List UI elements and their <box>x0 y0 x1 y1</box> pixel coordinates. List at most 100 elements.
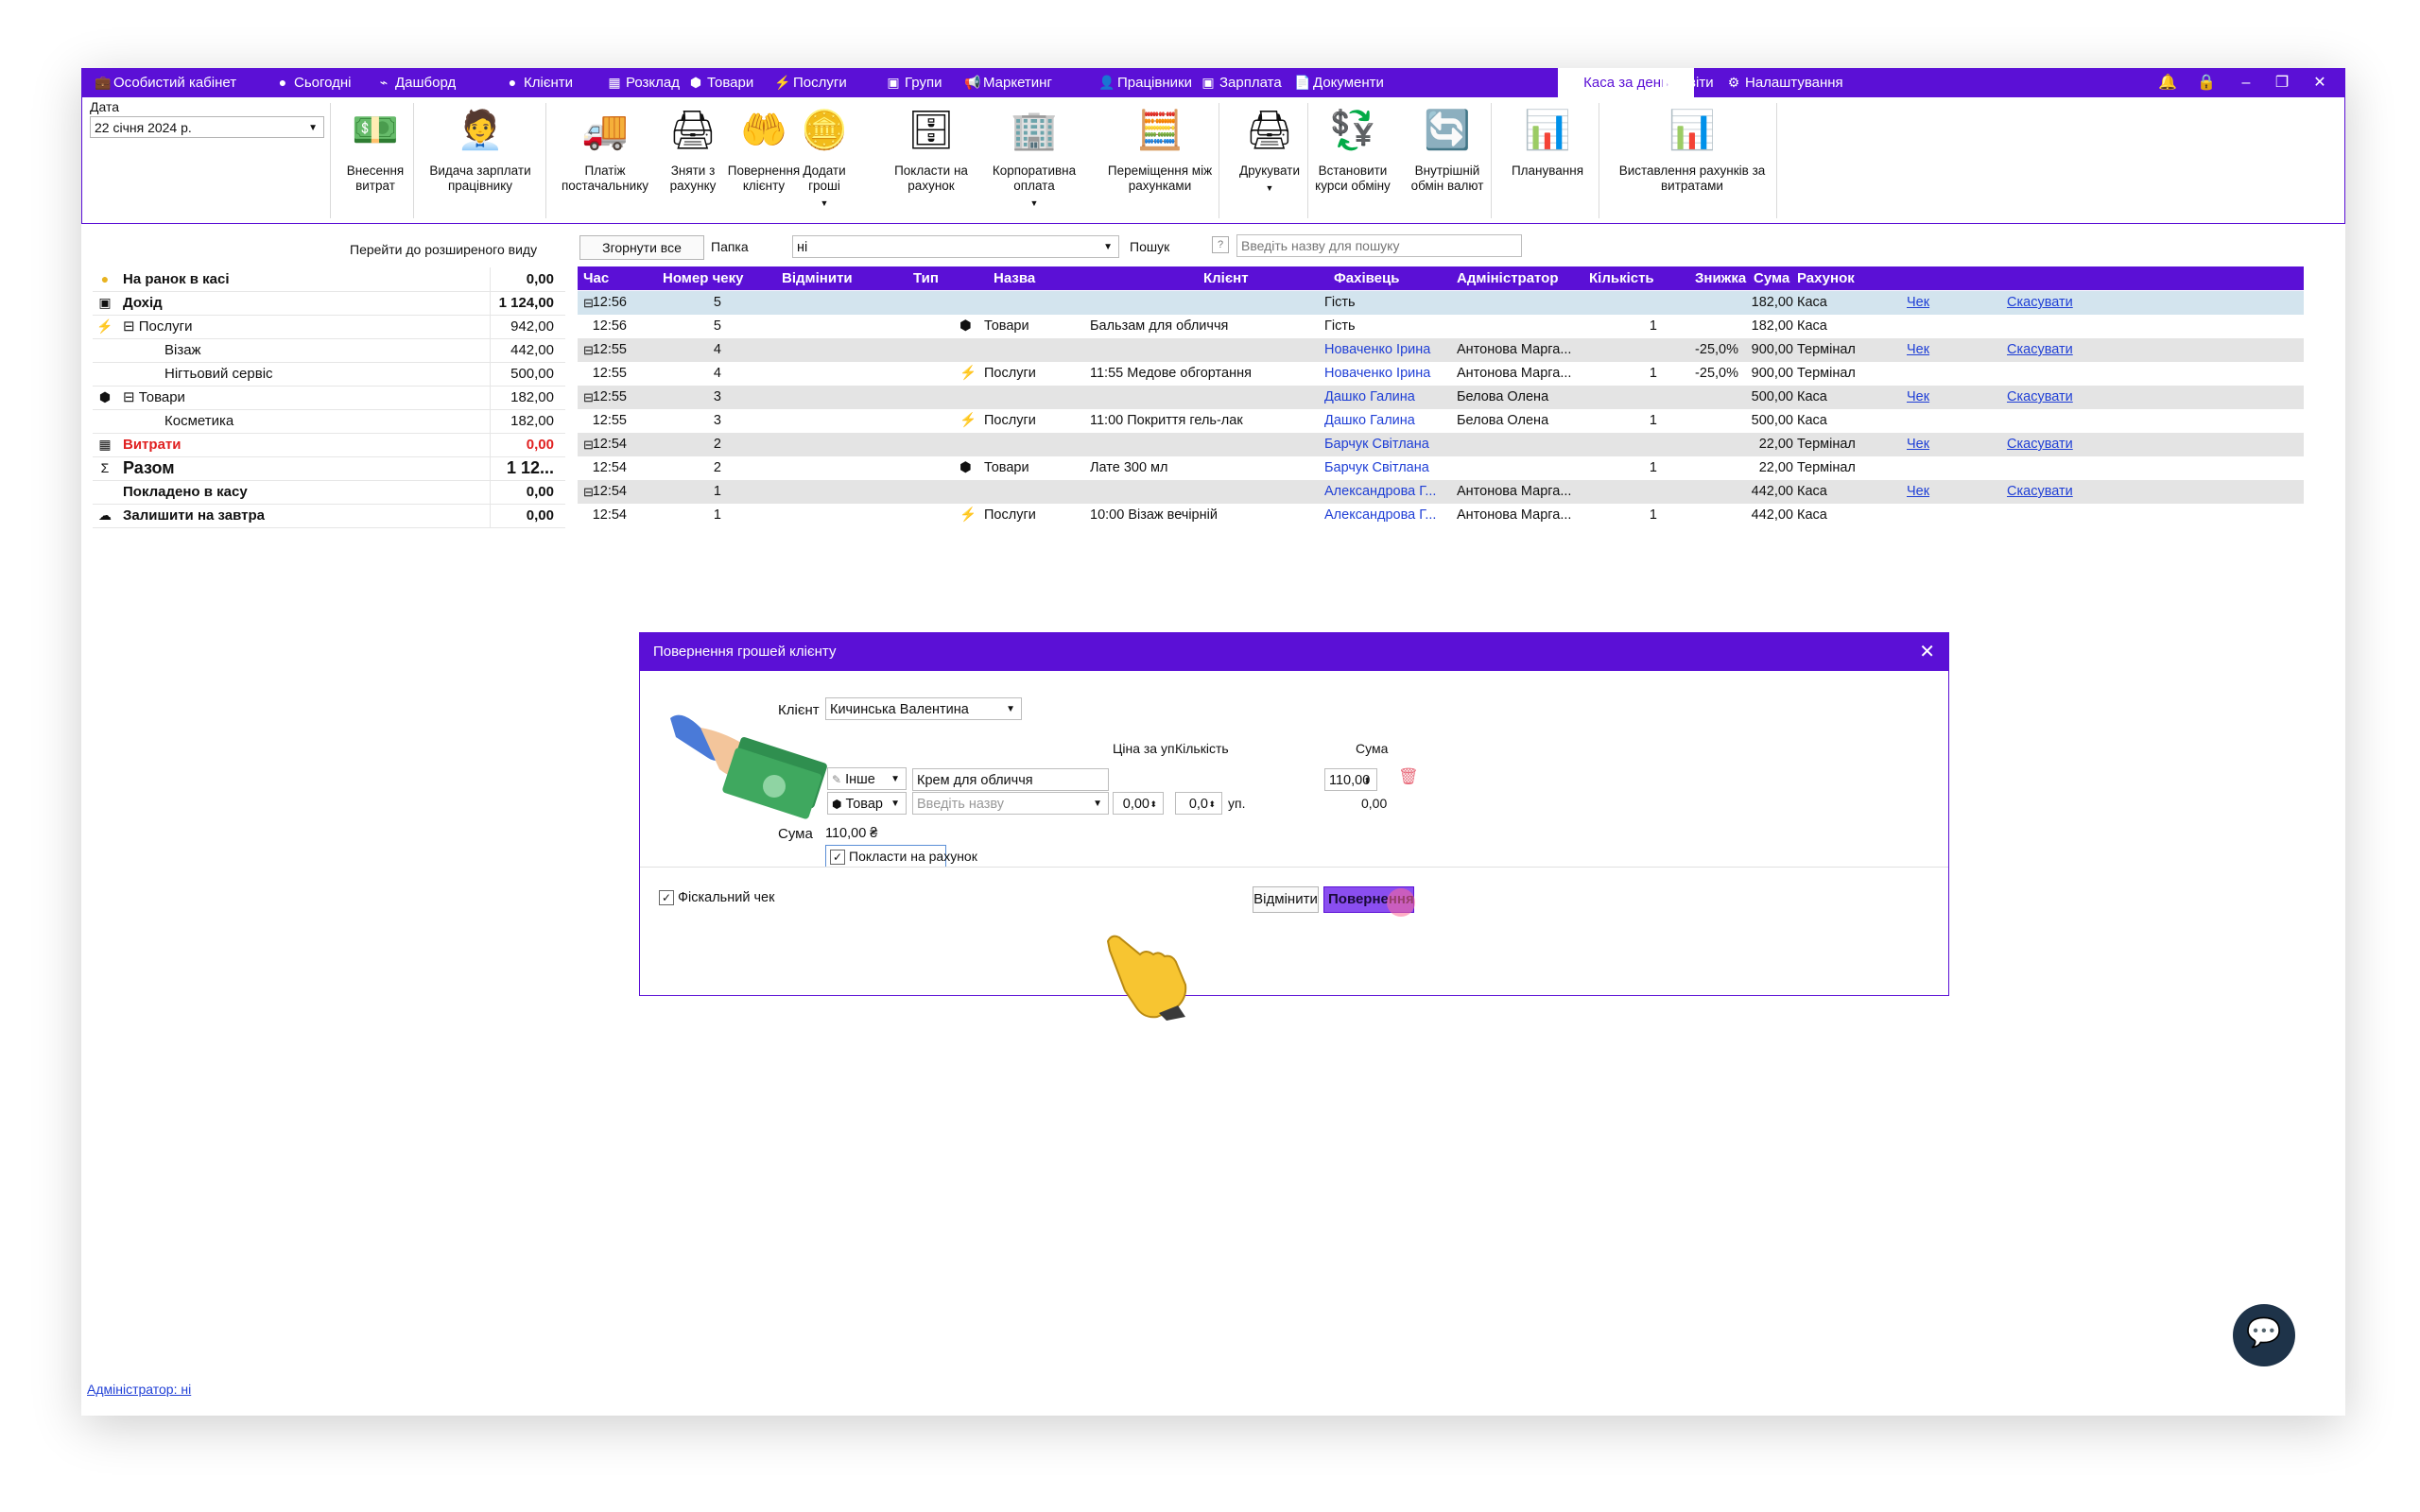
deposit-button[interactable]: 🗄 Покласти на рахунок <box>888 97 975 223</box>
receipt-item-row[interactable]: 12:54 1 ⚡ Послуги 10:00 Візаж вечірній Алекса… <box>578 504 2304 527</box>
stepper-arrows-icon[interactable]: ⬍ <box>1150 793 1157 814</box>
receipt-link[interactable]: Чек <box>1907 386 1929 409</box>
column-header[interactable]: Тип <box>913 266 939 290</box>
receipt-group-row[interactable]: ⊟ 12:55 4 Новаченко Ірина Антонова Марга... -… <box>578 338 2304 362</box>
help-icon[interactable]: ? <box>1212 236 1229 253</box>
receipt-link[interactable]: Чек <box>1907 480 1929 504</box>
summary-row[interactable]: ▦ Витрати 0,00 <box>93 433 565 457</box>
supplier-payment-button[interactable]: 🚚 Платіж постачальнику <box>551 97 659 223</box>
client-cell[interactable]: Новаченко Ірина <box>1324 338 1430 362</box>
column-header[interactable]: Фахівець <box>1334 266 1399 290</box>
set-exchange-rates-button[interactable]: 💱 Встановити курси обміну <box>1309 97 1396 223</box>
menu-item-4[interactable]: ▦ Розклад <box>607 68 680 97</box>
line1-type-select[interactable]: ✎ Інше ▼ <box>827 767 907 790</box>
menu-item-1[interactable]: ● Сьогодні <box>275 68 352 97</box>
transfer-accounts-button[interactable]: 🧮 Переміщення між рахунками <box>1096 97 1224 223</box>
line2-qty-stepper[interactable]: 0,0 ⬍ <box>1175 792 1222 815</box>
lock-icon[interactable]: 🔒 <box>2197 68 2216 97</box>
cancel-receipt-link[interactable]: Скасувати <box>2007 433 2073 456</box>
receipt-group-row[interactable]: ⊟ 12:55 3 Дашко Галина Белова Олена 500,00 Кас… <box>578 386 2304 409</box>
chevron-down-icon[interactable]: ▼ <box>797 196 852 211</box>
menu-item-9[interactable]: 👤 Працівники <box>1098 68 1192 97</box>
add-expense-button[interactable]: 💵 Внесення витрат <box>336 97 415 223</box>
cancel-receipt-link[interactable]: Скасувати <box>2007 338 2073 362</box>
chat-icon[interactable]: 💬 <box>2233 1304 2295 1366</box>
trash-icon[interactable]: 🗑 <box>1398 767 1419 786</box>
line1-sum-stepper[interactable]: 110,00 ⬍ <box>1324 768 1377 791</box>
summary-row[interactable]: Нігтьовий сервіс 500,00 <box>93 362 565 387</box>
client-cell[interactable]: Барчук Світлана <box>1324 433 1429 456</box>
collapse-all-button[interactable]: Згорнути все <box>579 235 704 260</box>
menu-item-5[interactable]: ⬢ Товари <box>688 68 753 97</box>
chevron-down-icon[interactable]: ▼ <box>980 196 1088 211</box>
receipt-item-row[interactable]: 12:56 5 ⬢ Товари Бальзам для обличчя Гість 1 18… <box>578 315 2304 338</box>
bell-icon[interactable]: 🔔 <box>2158 68 2177 97</box>
client-cell[interactable]: Дашко Галина <box>1324 386 1415 409</box>
client-select[interactable]: Кичинська Валентина ▼ <box>825 697 1022 720</box>
column-header[interactable]: Назва <box>994 266 1035 290</box>
menu-item-3[interactable]: ● Клієнти <box>505 68 573 97</box>
withdraw-button[interactable]: 🖨 Зняти з рахунку <box>663 97 723 223</box>
minimize-icon[interactable]: – <box>2237 68 2256 97</box>
close-window-icon[interactable]: ✕ <box>2310 68 2329 97</box>
deposit-checkbox[interactable]: ✓ Покласти на рахунок <box>825 845 977 868</box>
search-input[interactable] <box>1236 234 1522 257</box>
column-header[interactable]: Адміністратор <box>1457 266 1559 290</box>
column-header[interactable]: Кількість <box>1589 266 1654 290</box>
close-icon[interactable]: ✕ <box>1919 633 1935 671</box>
restore-icon[interactable]: ❐ <box>2273 68 2291 97</box>
print-button[interactable]: 🖨 Друкувати ▼ <box>1234 97 1305 223</box>
summary-row[interactable]: Σ Разом 1 12... <box>93 456 565 481</box>
client-cell[interactable]: Новаченко Ірина <box>1324 362 1430 386</box>
menu-item-0[interactable]: 💼 Особистий кабінет <box>95 68 236 97</box>
add-money-button[interactable]: 🪙 Додати гроші ▼ <box>797 97 852 223</box>
receipt-item-row[interactable]: 12:54 2 ⬢ Товари Лате 300 мл Барчук Світлана 1… <box>578 456 2304 480</box>
stepper-arrows-icon[interactable]: ⬍ <box>1208 793 1216 814</box>
summary-row[interactable]: ▣ Дохід 1 124,00 <box>93 291 565 316</box>
column-header[interactable]: Клієнт <box>1203 266 1249 290</box>
summary-row[interactable]: ⚡ ⊟ Послуги 942,00 <box>93 315 565 339</box>
summary-row[interactable]: ⬢ ⊟ Товари 182,00 <box>93 386 565 410</box>
receipt-link[interactable]: Чек <box>1907 291 1929 315</box>
client-cell[interactable]: Барчук Світлана <box>1324 456 1429 480</box>
summary-row[interactable]: Візаж 442,00 <box>93 338 565 363</box>
column-header[interactable]: Час <box>583 266 609 290</box>
menu-item-6[interactable]: ⚡ Послуги <box>774 68 847 97</box>
menu-item-2[interactable]: ⌁ Дашборд <box>376 68 456 97</box>
client-cell[interactable]: Александрова Г... <box>1324 480 1436 504</box>
menu-item-11[interactable]: 📄 Документи <box>1294 68 1384 97</box>
menu-item-8[interactable]: 📢 Маркетинг <box>964 68 1052 97</box>
expense-invoices-button[interactable]: 📊 Виставлення рахунків за витратами <box>1612 97 1772 223</box>
column-header[interactable]: Сума <box>1754 266 1789 290</box>
receipt-group-row[interactable]: ⊟ 12:56 5 Гість 182,00 Каса Чек Скасувати <box>578 291 2304 315</box>
column-header[interactable]: Рахунок <box>1797 266 1855 290</box>
menu-item-10[interactable]: ▣ Зарплата <box>1201 68 1281 97</box>
summary-row[interactable]: Покладено в касу 0,00 <box>93 480 565 505</box>
menu-item-13[interactable]: ▮▮ Звіти <box>1661 68 1713 97</box>
receipt-item-row[interactable]: 12:55 3 ⚡ Послуги 11:00 Покриття гель-лак Даш… <box>578 409 2304 433</box>
summary-row[interactable]: ☁ Залишити на завтра 0,00 <box>93 504 565 528</box>
planning-button[interactable]: 📊 Планування <box>1500 97 1595 223</box>
receipt-group-row[interactable]: ⊟ 12:54 2 Барчук Світлана 22,00 Термінал Чек Ск… <box>578 433 2304 456</box>
receipt-link[interactable]: Чек <box>1907 433 1929 456</box>
column-header[interactable]: Знижка <box>1695 266 1746 290</box>
folder-select[interactable]: ні ▼ <box>792 235 1119 258</box>
client-cell[interactable]: Александрова Г... <box>1324 504 1436 527</box>
pay-salary-button[interactable]: 🧑‍💼 Видача зарплати працівнику <box>419 97 542 223</box>
line2-type-select[interactable]: ⬢ Товар ▼ <box>827 792 907 815</box>
cancel-button[interactable]: Відмінити <box>1253 886 1319 913</box>
menu-item-7[interactable]: ▣ Групи <box>886 68 942 97</box>
line2-name-select[interactable]: Введіть назву ▼ <box>912 792 1109 815</box>
administrator-link[interactable]: Адміністратор: ні <box>87 1382 191 1397</box>
internal-exchange-button[interactable]: 🔄 Внутрішній обмін валют <box>1404 97 1491 223</box>
fiscal-checkbox[interactable]: ✓ Фіскальний чек <box>659 890 774 906</box>
summary-row[interactable]: ● На ранок в касі 0,00 <box>93 267 565 292</box>
receipt-group-row[interactable]: ⊟ 12:54 1 Александрова Г... Антонова Марга..… <box>578 480 2304 504</box>
cancel-receipt-link[interactable]: Скасувати <box>2007 386 2073 409</box>
advanced-view-link[interactable]: Перейти до розширеного виду <box>350 242 537 257</box>
column-header[interactable]: Відмінити <box>782 266 853 290</box>
column-header[interactable]: Номер чеку <box>663 266 743 290</box>
menu-item-14[interactable]: ⚙ Налаштування <box>1726 68 1843 97</box>
summary-row[interactable]: Косметика 182,00 <box>93 409 565 434</box>
receipt-item-row[interactable]: 12:55 4 ⚡ Послуги 11:55 Медове обгортання Нов… <box>578 362 2304 386</box>
